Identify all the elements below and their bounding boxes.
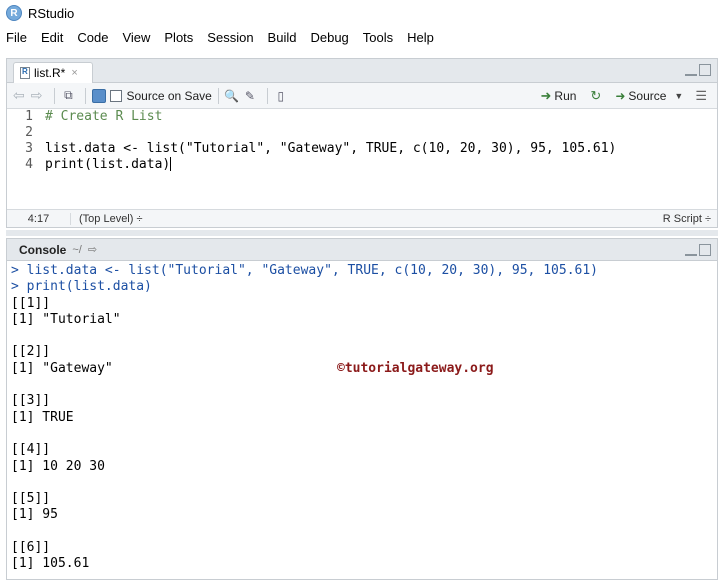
code-text: list.data <- list("Tutorial", "Gateway",… [45, 141, 617, 156]
console-output-line: [1] "Tutorial" [11, 311, 121, 327]
source-button[interactable]: ➜ Source ▼ [615, 89, 683, 103]
toolbar-divider [266, 87, 268, 104]
console-pane: Console ~/ ⇨ > list.data <- list("Tutori… [6, 238, 718, 580]
toolbar-divider [85, 87, 87, 104]
source-on-save-checkbox[interactable] [110, 89, 123, 102]
r-file-icon [20, 67, 30, 79]
menu-edit[interactable]: Edit [41, 30, 63, 45]
console-output[interactable]: > list.data <- list("Tutorial", "Gateway… [7, 261, 717, 579]
watermark: ©tutorialgateway.org [337, 361, 494, 376]
toolbar-divider [54, 87, 56, 104]
code-line: 2 [7, 125, 717, 141]
title-bar: R RStudio [0, 0, 720, 26]
console-tab[interactable]: Console [19, 243, 66, 257]
menu-help[interactable]: Help [407, 30, 434, 45]
console-header: Console ~/ ⇨ [7, 239, 717, 261]
editor-tab-list-r[interactable]: list.R* × [13, 62, 93, 83]
console-output-line: [[2]] [11, 344, 51, 360]
save-icon[interactable] [92, 88, 107, 103]
console-output-line: [[4]] [11, 442, 51, 458]
line-number: 2 [25, 125, 33, 140]
editor-tab-bar: list.R* × [7, 59, 717, 83]
source-editor-pane: list.R* × ⇦ ⇨ ⧉ Source on Save 🔍 ✎ ▯ ➜ R… [6, 58, 718, 228]
run-arrow-icon: ➜ [540, 88, 552, 103]
document-outline-icon[interactable]: ☰ [695, 88, 707, 104]
code-text: # Create R List [45, 109, 163, 124]
menu-code[interactable]: Code [77, 30, 108, 45]
compile-report-icon[interactable]: ▯ [274, 89, 288, 103]
menu-file[interactable]: File [6, 30, 27, 45]
search-icon[interactable]: 🔍 [224, 89, 239, 103]
text-cursor [170, 157, 172, 171]
window-title: RStudio [28, 5, 75, 21]
editor-status-bar: 4:17 (Top Level) ÷ R Script ÷ [7, 209, 717, 227]
editor-tab-label: list.R* [34, 66, 66, 80]
source-arrow-icon: ➜ [615, 89, 626, 103]
chevron-down-icon[interactable]: ▼ [674, 91, 683, 101]
menu-session[interactable]: Session [207, 30, 253, 45]
menu-bar: File Edit Code View Plots Session Build … [0, 26, 720, 48]
menu-plots[interactable]: Plots [164, 30, 193, 45]
menu-build[interactable]: Build [268, 30, 297, 45]
editor-toolbar-right: ➜ Run ↻ ➜ Source ▼ ☰ [541, 83, 708, 109]
console-output-line: [1] TRUE [11, 409, 74, 425]
code-line: 4 print(list.data) [7, 157, 717, 173]
rerun-icon[interactable]: ↻ [590, 88, 601, 104]
menu-tools[interactable]: Tools [363, 30, 393, 45]
console-command-line: > list.data <- list("Tutorial", "Gateway… [11, 263, 598, 278]
console-output-line: [[1]] [11, 295, 51, 311]
close-tab-icon[interactable]: × [71, 67, 77, 79]
maximize-pane-icon[interactable] [699, 64, 711, 76]
minimize-pane-icon[interactable] [685, 64, 697, 76]
pane-splitter[interactable] [6, 230, 718, 236]
working-directory: ~/ [72, 243, 82, 256]
code-editor[interactable]: 1 # Create R List 2 3 list.data <- list(… [7, 109, 717, 209]
code-line: 3 list.data <- list("Tutorial", "Gateway… [7, 141, 717, 157]
console-command-line: > print(list.data) [11, 279, 152, 295]
toolbar-divider [217, 87, 219, 104]
run-label: Run [554, 89, 577, 103]
code-line: 1 # Create R List [7, 109, 717, 125]
show-in-window-icon[interactable]: ⧉ [61, 88, 75, 103]
minimize-pane-icon[interactable] [685, 244, 697, 256]
code-tools-wand-icon[interactable]: ✎ [243, 89, 257, 103]
console-output-line: [[3]] [11, 393, 51, 409]
console-output-line: [[5]] [11, 491, 51, 507]
menu-view[interactable]: View [122, 30, 150, 45]
line-number: 4 [25, 157, 33, 172]
rstudio-logo-icon: R [6, 5, 22, 21]
run-button[interactable]: ➜ Run [541, 88, 577, 104]
file-type-selector[interactable]: R Script ÷ [663, 213, 711, 225]
console-window-buttons [685, 244, 711, 256]
console-output-line: [1] 10 20 30 [11, 458, 105, 474]
source-on-save-label: Source on Save [126, 88, 212, 103]
editor-window-buttons [685, 64, 711, 76]
code-text: print(list.data) [45, 157, 171, 172]
forward-arrow-icon[interactable]: ⇨ [31, 87, 43, 104]
menu-debug[interactable]: Debug [310, 30, 348, 45]
line-number: 3 [25, 141, 33, 156]
console-output-line: [1] 95 [11, 507, 58, 523]
cursor-position: 4:17 [7, 212, 71, 225]
source-label: Source [628, 89, 667, 103]
back-arrow-icon[interactable]: ⇦ [13, 87, 25, 104]
console-output-line: [[6]] [11, 540, 51, 556]
go-to-directory-icon[interactable]: ⇨ [88, 243, 97, 256]
console-output-line: [1] 105.61 [11, 556, 90, 572]
maximize-pane-icon[interactable] [699, 244, 711, 256]
line-number: 1 [25, 109, 33, 124]
editor-toolbar: ⇦ ⇨ ⧉ Source on Save 🔍 ✎ ▯ ➜ Run ↻ ➜ Sou… [7, 83, 717, 109]
scope-selector[interactable]: (Top Level) ÷ [71, 213, 143, 225]
